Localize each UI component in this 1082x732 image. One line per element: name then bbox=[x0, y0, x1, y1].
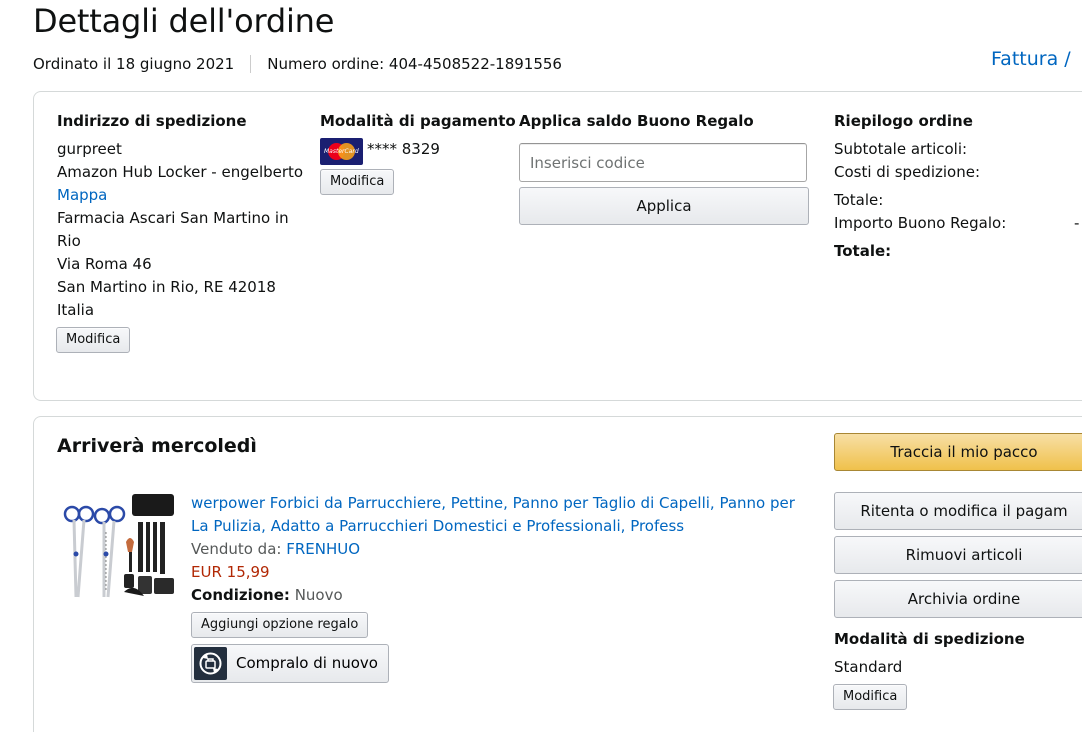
total-label: Totale: bbox=[834, 191, 884, 209]
sold-by: Venduto da: FRENHUO bbox=[191, 538, 360, 561]
edit-shipping-method-button[interactable]: Modifica bbox=[833, 684, 908, 710]
shipping-country: Italia bbox=[57, 301, 95, 319]
edit-address-button[interactable]: Modifica bbox=[56, 327, 131, 353]
payment-heading: Modalità di pagamento bbox=[320, 112, 516, 130]
shipping-cost-label: Costi di spedizione: bbox=[834, 163, 981, 181]
order-number: Numero ordine: 404-4508522-1891556 bbox=[267, 55, 562, 73]
condition-value: Nuovo bbox=[294, 586, 343, 604]
gift-amount-label: Importo Buono Regalo: bbox=[834, 214, 1007, 232]
shipping-city: San Martino in Rio, RE 42018 bbox=[57, 278, 276, 296]
order-meta: Ordinato il 18 giugno 2021 Numero ordine… bbox=[33, 55, 562, 73]
buy-again-button[interactable]: Compralo di nuovo bbox=[191, 644, 389, 683]
add-gift-option-button[interactable]: Aggiungi opzione regalo bbox=[191, 612, 369, 638]
gift-amount-value: - bbox=[1074, 214, 1080, 232]
edit-payment-button[interactable]: Modifica bbox=[320, 169, 395, 195]
mastercard-icon: MasterCard bbox=[320, 138, 363, 165]
product-title-link[interactable]: werpower Forbici da Parrucchiere, Pettin… bbox=[191, 492, 801, 538]
page-title: Dettagli dell'ordine bbox=[33, 2, 335, 40]
sold-by-label: Venduto da: bbox=[191, 540, 282, 558]
shipping-line2: Rio bbox=[57, 232, 81, 250]
divider bbox=[250, 55, 252, 73]
retry-payment-button[interactable]: Ritenta o modifica il pagam bbox=[834, 492, 1082, 530]
condition-label: Condizione: bbox=[191, 586, 290, 604]
shipping-street: Via Roma 46 bbox=[57, 255, 152, 273]
subtotal-label: Subtotale articoli: bbox=[834, 140, 968, 158]
map-link[interactable]: Mappa bbox=[57, 184, 107, 207]
seller-link[interactable]: FRENHUO bbox=[286, 540, 360, 558]
shipping-address-heading: Indirizzo di spedizione bbox=[57, 112, 247, 130]
invoice-link[interactable]: Fattura / bbox=[991, 48, 1071, 70]
shipping-method-value: Standard bbox=[834, 658, 903, 676]
buy-again-label: Compralo di nuovo bbox=[236, 654, 378, 672]
scissors-kit-image[interactable] bbox=[62, 492, 180, 604]
card-number: **** 8329 bbox=[367, 140, 440, 158]
arrival-heading: Arriverà mercoledì bbox=[57, 435, 257, 457]
shipping-line1: Farmacia Ascari San Martino in bbox=[57, 209, 289, 227]
gift-card-heading: Applica saldo Buono Regalo bbox=[519, 112, 754, 130]
remove-items-button[interactable]: Rimuovi articoli bbox=[834, 536, 1082, 574]
order-summary-heading: Riepilogo ordine bbox=[834, 112, 973, 130]
order-date: Ordinato il 18 giugno 2021 bbox=[33, 55, 235, 73]
archive-order-button[interactable]: Archivia ordine bbox=[834, 580, 1082, 618]
card-brand-text: MasterCard bbox=[324, 148, 359, 155]
apply-gift-button[interactable]: Applica bbox=[519, 187, 809, 225]
shipping-name: gurpreet bbox=[57, 140, 122, 158]
shipping-method-heading: Modalità di spedizione bbox=[834, 630, 1025, 648]
buy-again-icon bbox=[194, 647, 227, 680]
condition: Condizione: Nuovo bbox=[191, 584, 343, 607]
track-package-button[interactable]: Traccia il mio pacco bbox=[834, 433, 1082, 471]
gift-code-input[interactable] bbox=[519, 143, 807, 182]
shipping-locker: Amazon Hub Locker - engelberto bbox=[57, 163, 304, 181]
grand-total-label: Totale: bbox=[834, 242, 892, 260]
product-price: EUR 15,99 bbox=[191, 563, 270, 581]
